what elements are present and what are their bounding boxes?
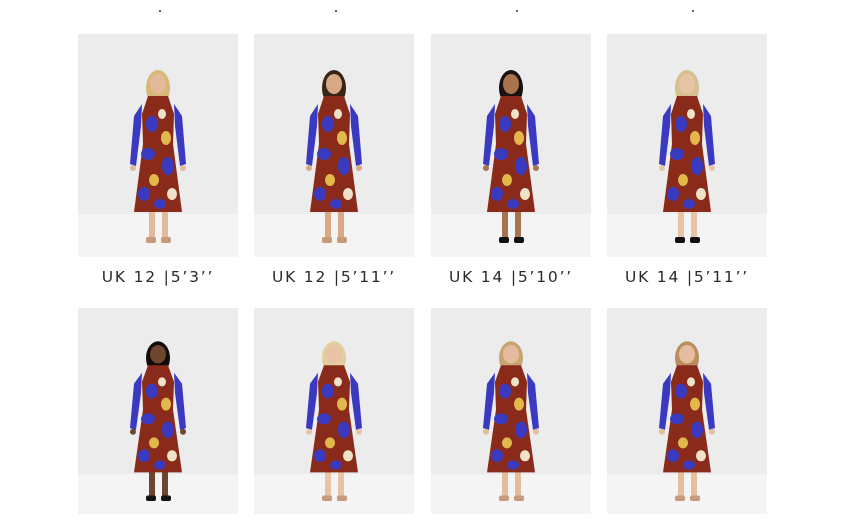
product-image-card[interactable] xyxy=(254,308,414,514)
partial-label-mark xyxy=(159,10,161,12)
partial-label-mark xyxy=(516,10,518,12)
product-image-card[interactable] xyxy=(431,34,591,257)
product-image-card[interactable] xyxy=(607,308,767,514)
model-photo xyxy=(607,341,767,514)
model-photo xyxy=(78,341,238,514)
product-image-card[interactable] xyxy=(607,34,767,257)
model-photo xyxy=(431,341,591,514)
model-photo xyxy=(607,70,767,257)
size-height-label: UK 14 |5’11’’ xyxy=(624,268,750,286)
size-height-label: UK 12 |5’3’’ xyxy=(101,268,215,286)
product-image-card[interactable] xyxy=(78,308,238,514)
size-height-label: UK 12 |5’11’’ xyxy=(271,268,397,286)
model-photo xyxy=(254,70,414,257)
product-image-card[interactable] xyxy=(78,34,238,257)
model-photo xyxy=(78,70,238,257)
product-image-card[interactable] xyxy=(254,34,414,257)
partial-label-mark xyxy=(335,10,337,12)
model-photo xyxy=(431,70,591,257)
partial-label-mark xyxy=(692,10,694,12)
model-photo xyxy=(254,341,414,514)
product-image-card[interactable] xyxy=(431,308,591,514)
size-height-label: UK 14 |5’10’’ xyxy=(448,268,574,286)
